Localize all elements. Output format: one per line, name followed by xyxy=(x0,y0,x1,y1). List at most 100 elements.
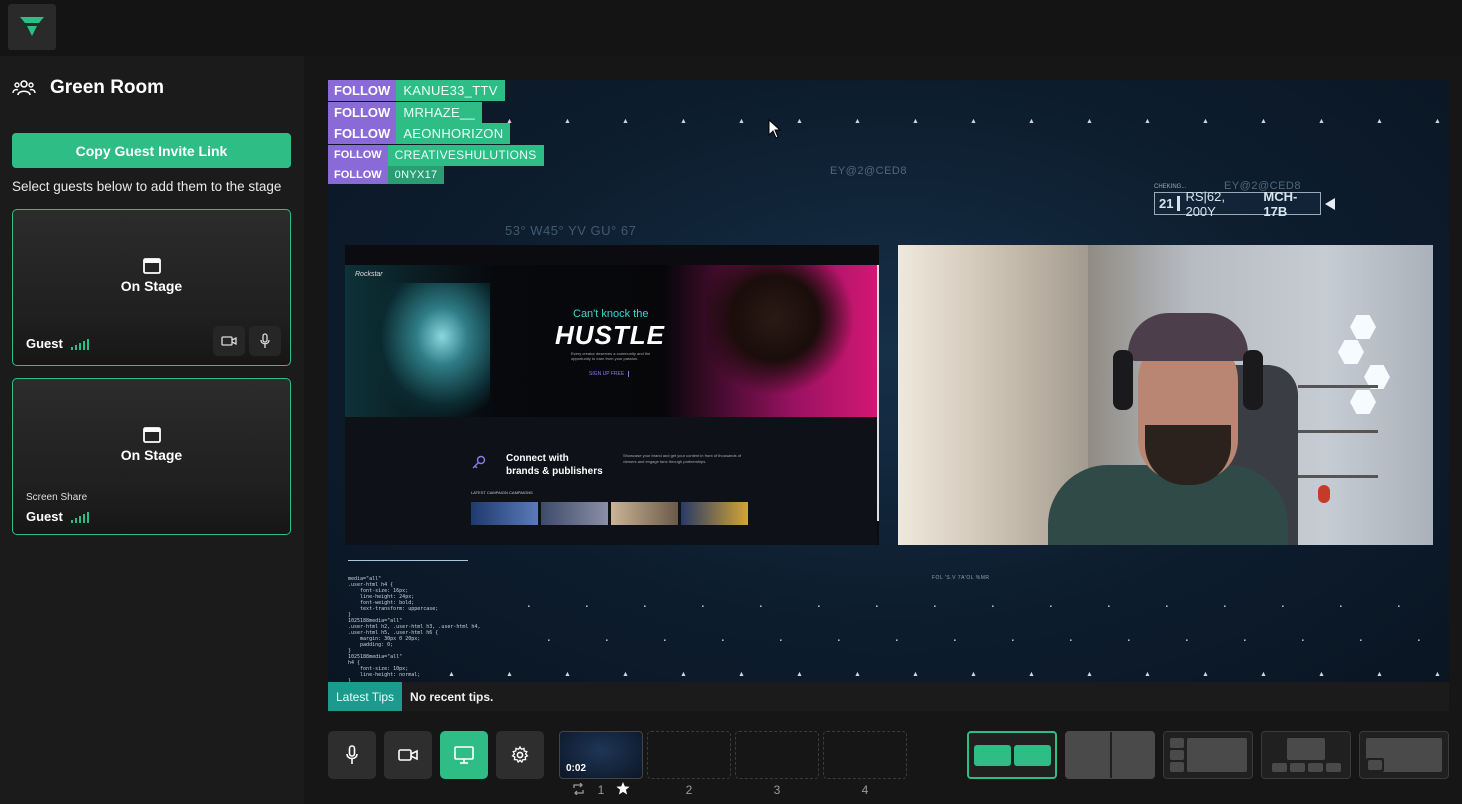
guest-mic-button[interactable] xyxy=(249,326,281,356)
camera-button[interactable] xyxy=(384,731,432,779)
hud-dot: ■ xyxy=(1282,604,1284,608)
hud-dot: ▲ xyxy=(1434,671,1441,678)
hud-dot: ■ xyxy=(1360,638,1362,642)
hud-dot: ■ xyxy=(954,638,956,642)
follow-tag: FOLLOW xyxy=(328,123,397,144)
follower-name: KANUE33_TTV xyxy=(396,80,505,101)
hud-dot: ▲ xyxy=(970,671,977,678)
settings-button[interactable] xyxy=(496,731,544,779)
screen-share-hero-sub: Every creator deserves a community and t… xyxy=(571,351,651,361)
hud-dot: ■ xyxy=(1244,638,1246,642)
follower-name: 0NYX17 xyxy=(387,166,445,184)
hud-dot: ▲ xyxy=(912,118,919,125)
star-icon[interactable] xyxy=(616,782,630,795)
hud-dot: ▲ xyxy=(796,118,803,125)
hud-dot: ▲ xyxy=(1318,118,1325,125)
screen-share-hero: Rockstar Can't knock the HUSTLE Every cr… xyxy=(345,265,877,417)
logo-icon xyxy=(20,17,44,36)
hud-dot: ■ xyxy=(876,604,878,608)
hud-dot: ▲ xyxy=(1086,118,1093,125)
hud-dot: ■ xyxy=(780,638,782,642)
screen-share-scrollbar xyxy=(877,265,879,521)
hud-dot: ■ xyxy=(664,638,666,642)
hud-dot: ■ xyxy=(1302,638,1304,642)
repeat-icon[interactable] xyxy=(571,783,586,795)
copy-guest-invite-link-button[interactable]: Copy Guest Invite Link xyxy=(12,133,291,168)
follow-tag: FOLLOW xyxy=(328,101,397,123)
code-overlay: media="all" .user-html h4 { font-size: 1… xyxy=(348,576,481,682)
hud-dot: ■ xyxy=(606,638,608,642)
follow-tag: FOLLOW xyxy=(328,144,388,166)
hud-dot: ■ xyxy=(586,604,588,608)
guest-card-screen-share[interactable]: On Stage Screen Share Guest xyxy=(12,378,291,535)
stage-preview[interactable]: ▲▲▲▲▲▲▲▲▲▲▲▲▲▲▲▲▲▲▲▲▲▲▲▲▲▲▲▲▲▲▲▲▲▲▲▲■■■■… xyxy=(328,80,1449,682)
screen-share-button[interactable] xyxy=(440,731,488,779)
hud-dot: ▲ xyxy=(1144,671,1151,678)
guest-card[interactable]: On Stage Guest xyxy=(12,209,291,366)
hud-dot: ▲ xyxy=(854,118,861,125)
hud-box-text: RS|62, 200Y xyxy=(1185,188,1225,219)
screen-share-hero-small: Can't knock the xyxy=(573,308,649,320)
hud-dot: ■ xyxy=(1186,638,1188,642)
hud-dot: ■ xyxy=(1398,604,1400,608)
layout-sidebar-button[interactable] xyxy=(1163,731,1253,779)
screen-share-connect-body: Showcase your brand and get your content… xyxy=(623,453,742,464)
guest-name-label: Guest xyxy=(26,336,63,351)
signal-strength-icon xyxy=(70,338,89,350)
window-icon xyxy=(142,258,161,274)
mic-icon xyxy=(346,745,358,764)
hud-dot: ■ xyxy=(722,638,724,642)
hud-dot: ▲ xyxy=(1028,671,1035,678)
follow-row: FOLLOW MRHAZE__ xyxy=(328,101,544,123)
camera-icon xyxy=(398,749,418,761)
on-stage-label: On Stage xyxy=(120,278,183,294)
hud-status-box: 21 RS|62, 200Y MCH-17B xyxy=(1154,189,1321,219)
green-room-panel: Green Room Copy Guest Invite Link Select… xyxy=(0,56,304,804)
hud-dot: ■ xyxy=(1108,604,1110,608)
tips-label: Latest Tips xyxy=(328,682,403,711)
webcam-feed xyxy=(898,245,1433,545)
green-room-title: Green Room xyxy=(50,77,165,98)
hud-dot: ▲ xyxy=(1434,118,1441,125)
follower-name: AEONHORIZON xyxy=(396,123,511,144)
hud-dot: ■ xyxy=(1128,638,1130,642)
hud-dot: ■ xyxy=(1050,604,1052,608)
hud-dot: ■ xyxy=(1224,604,1226,608)
scene-number: 1 xyxy=(597,783,605,797)
screen-share-icon xyxy=(454,746,474,764)
mic-icon xyxy=(260,333,270,348)
app-logo-button[interactable] xyxy=(8,4,56,50)
layout-bottom-row-button[interactable] xyxy=(1261,731,1351,779)
screen-share-cta: SIGN UP FREE xyxy=(589,371,630,377)
hud-dot: ▲ xyxy=(1202,671,1209,678)
hud-box-num: 21 xyxy=(1155,196,1181,211)
on-stage-indicator: On Stage xyxy=(13,258,290,294)
follow-tag: FOLLOW xyxy=(328,80,397,101)
hud-dot: ■ xyxy=(548,638,550,642)
layout-side-by-side-button[interactable] xyxy=(967,731,1057,779)
scene-slot-2[interactable] xyxy=(647,731,731,779)
guest-camera-button[interactable] xyxy=(213,326,245,356)
guest-name-label: Guest xyxy=(26,509,63,524)
hud-dot: ▲ xyxy=(738,118,745,125)
follow-row: FOLLOW AEONHORIZON xyxy=(328,123,544,144)
screen-share-lower: Connect with brands & publishers Showcas… xyxy=(345,417,877,545)
scene-slot-1[interactable]: 0:02 xyxy=(559,731,643,779)
hud-dot: ▲ xyxy=(912,671,919,678)
scene-slot-3[interactable] xyxy=(735,731,819,779)
hud-dot: ■ xyxy=(934,604,936,608)
hud-dot: ▲ xyxy=(680,118,687,125)
layout-picture-in-picture-button[interactable] xyxy=(1359,731,1449,779)
camera-icon xyxy=(221,336,237,346)
top-bar xyxy=(0,0,1462,56)
hud-dot: ■ xyxy=(760,604,762,608)
hud-dot: ▲ xyxy=(738,671,745,678)
hud-dot: ▲ xyxy=(1376,671,1383,678)
mic-button[interactable] xyxy=(328,731,376,779)
hud-dot: ▲ xyxy=(564,671,571,678)
hud-dot: ▲ xyxy=(1086,671,1093,678)
scene-slot-4[interactable] xyxy=(823,731,907,779)
hud-dot: ■ xyxy=(992,604,994,608)
scene-number: 3 xyxy=(773,783,781,797)
layout-split-button[interactable] xyxy=(1065,731,1155,779)
